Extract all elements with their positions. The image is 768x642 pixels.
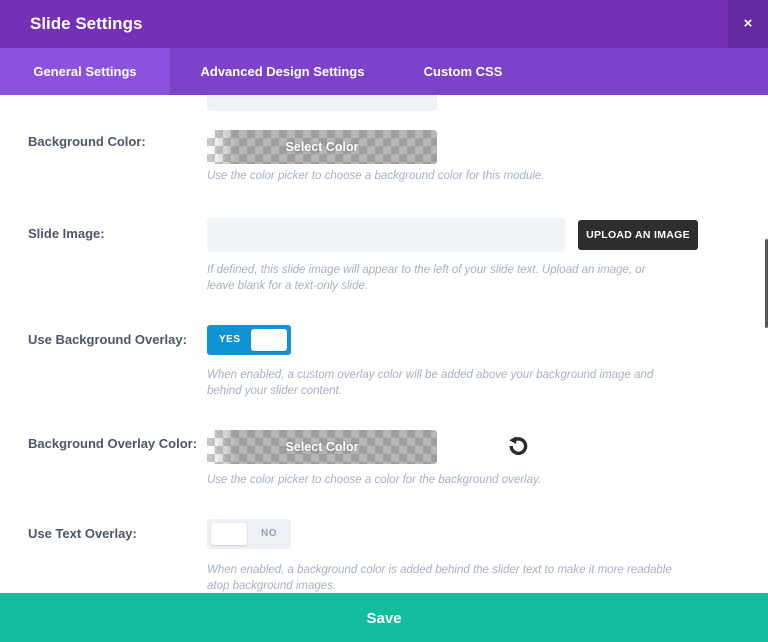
use-background-overlay-label: Use Background Overlay: [28,331,204,349]
slide-image-label: Slide Image: [28,225,204,243]
toggle-knob [251,329,287,351]
close-icon[interactable]: × [728,0,768,48]
tab-advanced-design-settings[interactable]: Advanced Design Settings [170,48,395,95]
use-text-overlay-toggle[interactable]: NO [207,519,291,549]
tab-general-settings[interactable]: General Settings [0,48,170,95]
background-overlay-color-description: Use the color picker to choose a color f… [207,472,673,488]
use-text-overlay-description: When enabled, a background color is adde… [207,562,673,594]
select-color-label: Select Color [286,430,359,464]
slide-image-input[interactable] [207,218,565,252]
toggle-state-label: NO [261,519,277,549]
reset-icon[interactable] [506,435,530,459]
modal-header: Slide Settings × [0,0,768,48]
slide-image-description: If defined, this slide image will appear… [207,262,673,294]
toggle-state-label: YES [219,325,241,355]
use-text-overlay-label: Use Text Overlay: [28,525,204,543]
tab-custom-css[interactable]: Custom CSS [395,48,531,95]
modal-title: Slide Settings [30,0,142,48]
background-color-select-button[interactable]: Select Color [207,130,437,164]
tab-bar: General Settings Advanced Design Setting… [0,48,768,95]
background-color-description: Use the color picker to choose a backgro… [207,168,673,184]
settings-content: Background Color: Select Color Use the c… [0,95,768,593]
background-overlay-color-select-button[interactable]: Select Color [207,430,437,464]
select-color-label: Select Color [286,130,359,164]
use-background-overlay-toggle[interactable]: YES [207,325,291,355]
scrolled-partial-field [207,95,437,111]
save-button[interactable]: Save [0,593,768,642]
toggle-knob [211,523,247,545]
background-color-label: Background Color: [28,133,204,151]
slide-settings-modal: Slide Settings × General Settings Advanc… [0,0,768,642]
upload-image-button[interactable]: UPLOAD AN IMAGE [578,220,698,250]
background-overlay-color-label: Background Overlay Color: [28,435,204,453]
use-background-overlay-description: When enabled, a custom overlay color wil… [207,367,673,399]
